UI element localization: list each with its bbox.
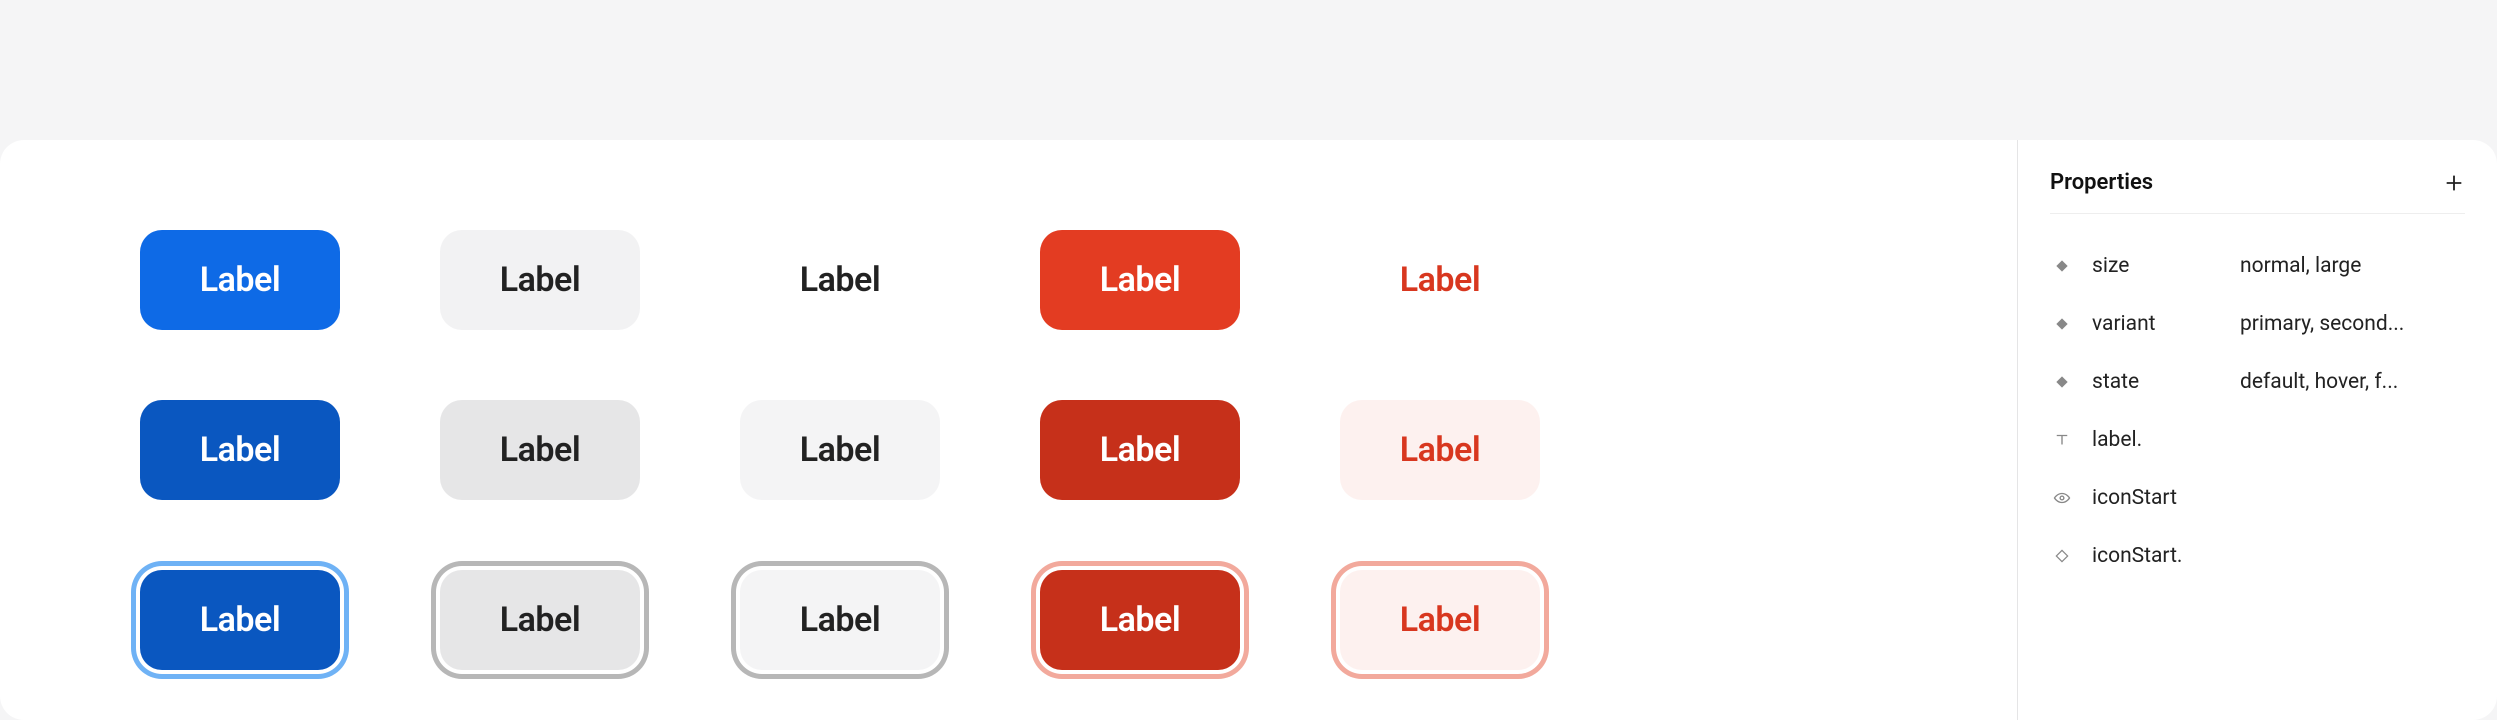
button-ghost-default[interactable]: Label xyxy=(740,230,940,330)
property-key: state xyxy=(2092,370,2222,394)
button-primary-focus[interactable]: Label xyxy=(140,570,340,670)
property-value: default, hover, f... xyxy=(2240,370,2398,394)
property-key: size xyxy=(2092,254,2222,278)
diamond-outline-icon xyxy=(2050,544,2074,568)
button-secondary-hover[interactable]: Label xyxy=(440,400,640,500)
property-key: label. xyxy=(2092,428,2222,452)
property-iconstart-instance[interactable]: iconStart. xyxy=(2050,532,2465,580)
property-value: primary, second... xyxy=(2240,312,2404,336)
button-danger-focus[interactable]: Label xyxy=(1040,570,1240,670)
button-row-default: Label Label Label Label Label xyxy=(140,230,1957,330)
button-danger-ghost-hover[interactable]: Label xyxy=(1340,400,1540,500)
button-danger-hover[interactable]: Label xyxy=(1040,400,1240,500)
properties-panel: Properties size normal, large variant pr… xyxy=(2017,140,2497,720)
button-row-focus: Label Label Label Label Label xyxy=(140,570,1957,670)
properties-title: Properties xyxy=(2050,170,2153,195)
add-property-icon[interactable] xyxy=(2443,172,2465,194)
property-iconstart-bool[interactable]: iconStart xyxy=(2050,474,2465,522)
button-secondary-focus[interactable]: Label xyxy=(440,570,640,670)
property-key: iconStart xyxy=(2092,486,2222,510)
button-secondary-default[interactable]: Label xyxy=(440,230,640,330)
diamond-filled-icon xyxy=(2050,254,2074,278)
button-row-hover: Label Label Label Label Label xyxy=(140,400,1957,500)
text-icon xyxy=(2050,428,2074,452)
property-value: normal, large xyxy=(2240,254,2361,278)
property-size[interactable]: size normal, large xyxy=(2050,242,2465,290)
top-toolbar xyxy=(0,0,2497,140)
button-danger-default[interactable]: Label xyxy=(1040,230,1240,330)
property-key: iconStart. xyxy=(2092,544,2222,568)
button-ghost-hover[interactable]: Label xyxy=(740,400,940,500)
button-primary-hover[interactable]: Label xyxy=(140,400,340,500)
property-variant[interactable]: variant primary, second... xyxy=(2050,300,2465,348)
button-danger-ghost-focus[interactable]: Label xyxy=(1340,570,1540,670)
property-label[interactable]: label. xyxy=(2050,416,2465,464)
button-primary-default[interactable]: Label xyxy=(140,230,340,330)
property-state[interactable]: state default, hover, f... xyxy=(2050,358,2465,406)
property-key: variant xyxy=(2092,312,2222,336)
button-danger-ghost-default[interactable]: Label xyxy=(1340,230,1540,330)
button-ghost-focus[interactable]: Label xyxy=(740,570,940,670)
canvas: Label Label Label Label Label Label Labe… xyxy=(0,140,2017,720)
diamond-filled-icon xyxy=(2050,312,2074,336)
eye-icon xyxy=(2050,486,2074,510)
diamond-filled-icon xyxy=(2050,370,2074,394)
